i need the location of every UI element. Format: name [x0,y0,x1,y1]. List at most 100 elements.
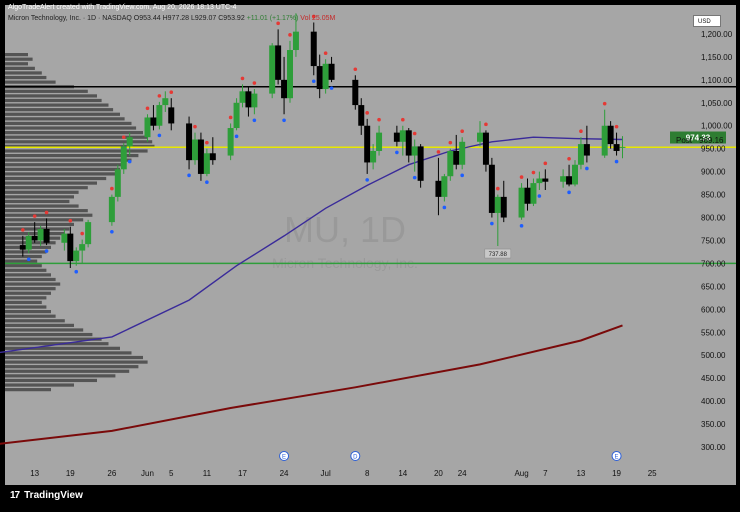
volume-profile-bar [5,388,51,392]
volume-profile-bar [5,296,47,300]
volume-profile-bar [5,94,97,98]
signal-dot-red [460,129,464,134]
volume-profile-bar [5,131,143,135]
y-tick-label: 950.00 [701,145,726,154]
x-tick-label: 11 [203,469,212,478]
candle-down [358,105,365,126]
candle-down [435,180,442,197]
signal-dot-red [448,140,453,145]
candle-up [494,196,501,213]
signal-dot-red [193,124,197,129]
volume-profile-bar [5,291,51,295]
currency-selector[interactable]: USD [693,15,721,27]
signal-dot-blue [585,166,589,171]
signal-dot-red [353,67,358,72]
volume-profile-bar [5,172,116,176]
candle-down [43,229,50,243]
signal-dot-blue [490,221,494,226]
symbol-info: Micron Technology, Inc. · 1D · NASDAQ O9… [8,14,335,24]
y-tick-label: 1,000.00 [701,122,733,131]
candle-down [583,144,590,156]
event-marker-label: E [282,455,286,461]
signal-dot-red [205,140,209,145]
volume-profile-bar [5,71,42,75]
volume-profile-bar [5,222,74,227]
x-tick-label: 19 [66,469,75,478]
volume-profile-bar [5,323,74,327]
candle-up [399,130,406,142]
volume-profile-bar [5,227,70,231]
volume-profile-bar [5,80,56,84]
signal-dot-blue [395,150,399,155]
signal-dot-blue [460,173,464,178]
signal-dot-blue [412,175,417,180]
candle-up [120,146,127,170]
signal-dot-red [602,101,607,106]
volume-profile-bar [5,351,132,355]
candle-down [500,196,507,218]
candle-up [441,176,448,197]
x-tick-label: Aug [514,469,528,478]
price-chart[interactable]: MU, 1DMicron Technology, Inc. 300.00350.… [0,0,740,512]
volume-profile-bar [5,310,51,314]
signal-dot-blue [442,205,447,210]
candle-down [67,233,74,262]
ohlc-values: O953.44 H977.28 L929.07 C953.92 [133,15,245,22]
candle-up [144,117,151,138]
signal-dot-blue [44,249,49,253]
candle-up [25,235,32,250]
symbol-name[interactable]: Micron Technology, Inc. · 1D · NASDAQ [8,15,132,22]
candle-up [577,144,584,165]
candle-up [227,128,234,156]
signal-dot-red [252,81,257,85]
candle-down [542,178,549,182]
y-tick-label: 450.00 [701,374,726,383]
volume-profile-bar [5,369,130,373]
x-tick-label: Jul [321,469,331,478]
candle-up [459,141,466,165]
post-market-price: 969.16 [699,136,724,145]
signal-dot-red [484,122,488,127]
signal-dot-blue [127,159,132,164]
volume-profile-bar [5,204,79,208]
candle-up [156,105,163,126]
candle-up [269,45,276,94]
candle-down [168,107,175,124]
x-tick-label: 25 [648,469,657,478]
signal-dot-blue [567,190,571,195]
volume-profile-bar [5,89,88,93]
signal-dot-blue [74,269,79,274]
volume-profile-bar [5,332,93,337]
candle-up [287,50,293,99]
x-tick-label: 17 [238,469,247,478]
candle-up [73,250,80,262]
volume-profile-bar [5,66,35,70]
signal-dot-red [579,129,583,134]
x-tick-label: 24 [458,469,467,478]
volume-profile-bar [5,98,102,103]
candle-down [209,153,216,161]
candle-down [405,130,412,156]
volume-profile-bar [5,53,28,57]
candle-up [162,98,169,106]
candle-down [566,176,573,185]
signal-dot-blue [26,257,31,262]
candle-down [328,63,335,80]
signal-dot-red [44,210,49,215]
candle-down [482,132,489,165]
candle-up [370,150,377,163]
y-tick-label: 1,050.00 [701,99,733,108]
volume-profile-bar [5,213,93,217]
x-tick-label: 20 [434,469,443,478]
candle-up [560,176,567,182]
volume-profile-bar [5,117,125,121]
candle-up [619,146,626,148]
candle-up [114,169,121,197]
volume-profile-bar [5,112,120,116]
candle-up [572,164,578,185]
volume-profile-bar [5,374,116,378]
candle-down [613,144,620,151]
y-tick-label: 1,200.00 [701,30,733,39]
y-tick-label: 400.00 [701,397,726,406]
volume-profile-bar [5,277,56,282]
